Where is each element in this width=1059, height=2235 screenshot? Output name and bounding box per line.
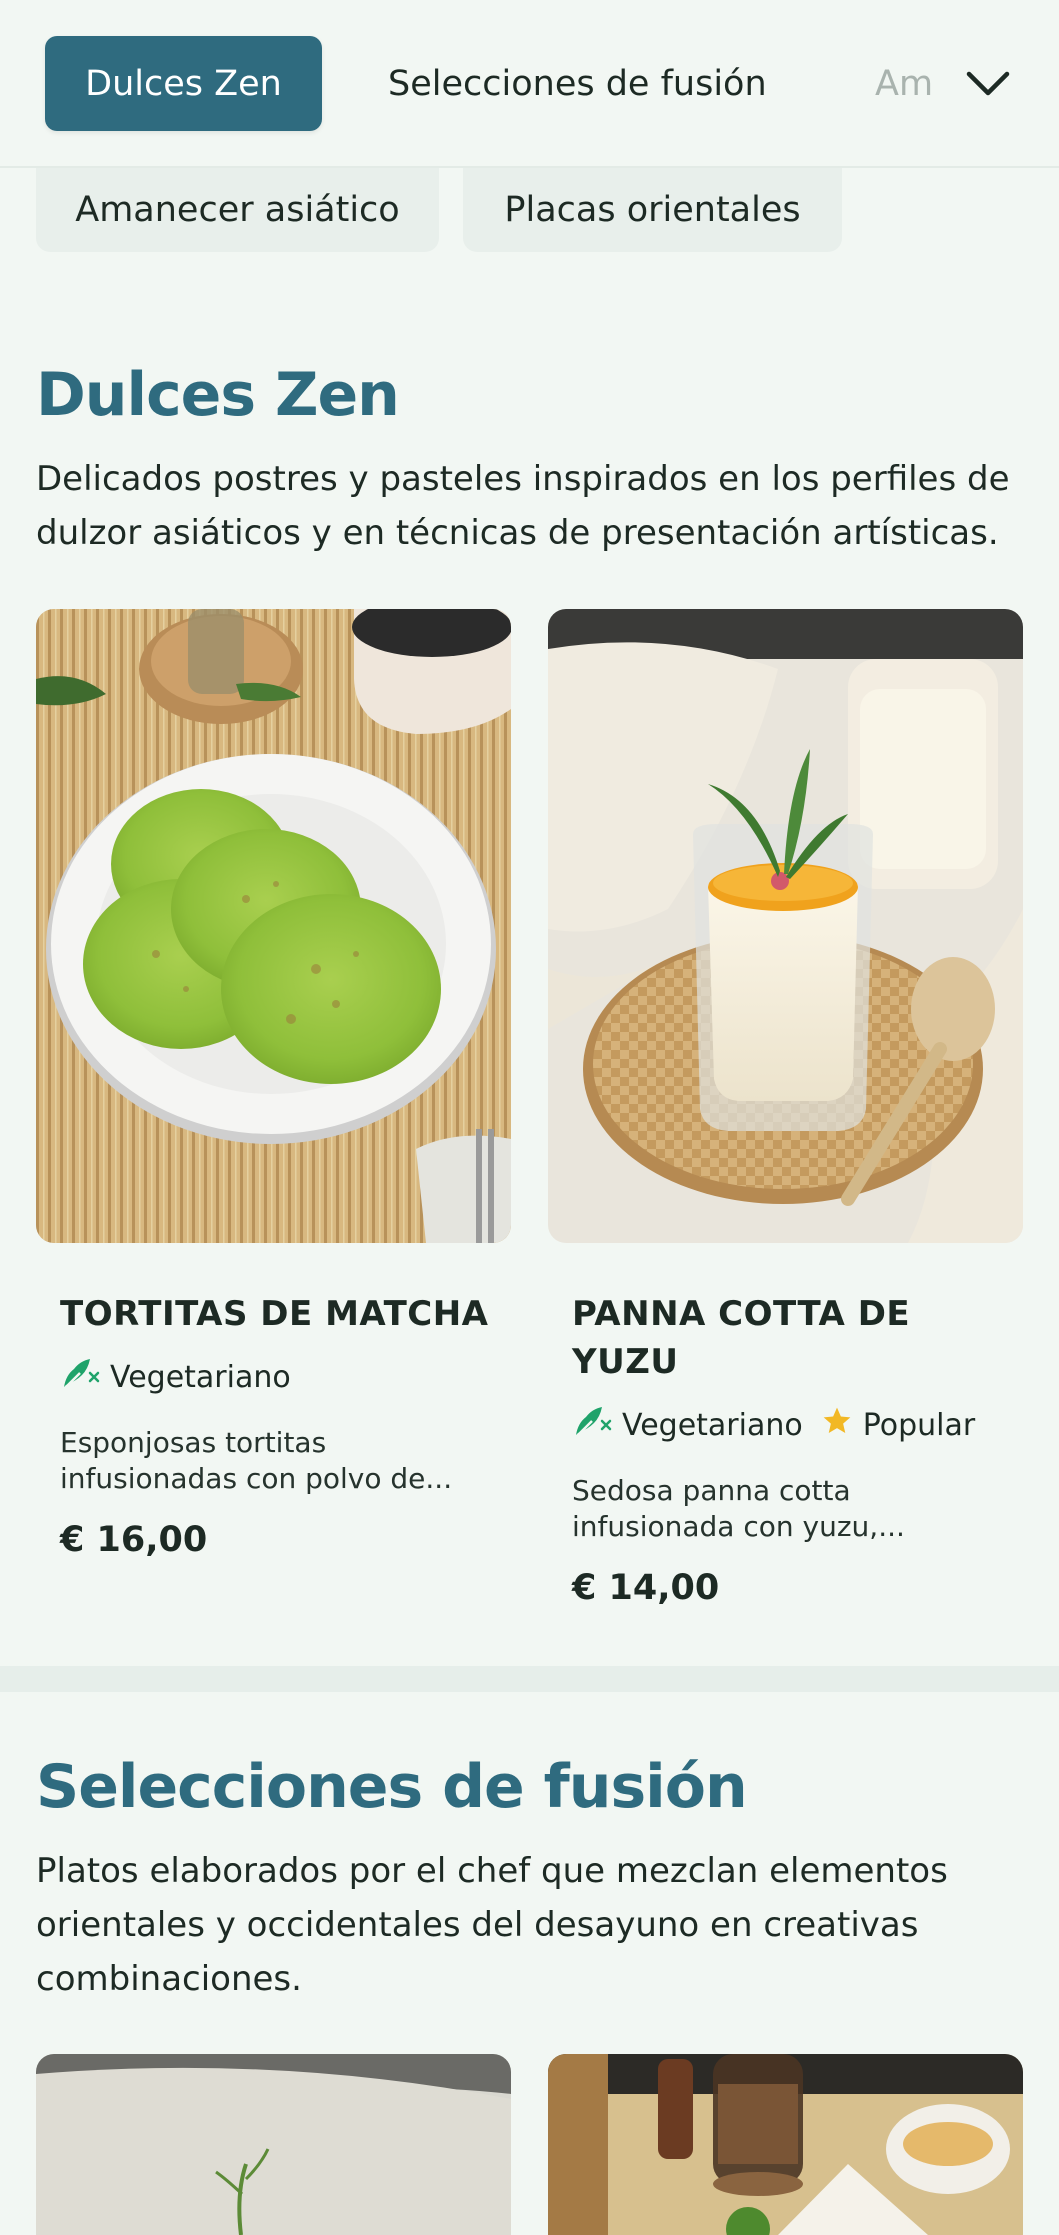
product-tags: Vegetariano Popular (572, 1403, 983, 1447)
tag-popular: Popular (821, 1405, 976, 1445)
product-name[interactable]: PANNA COTTA DE YUZU (572, 1290, 992, 1386)
category-tab-bar: Dulces Zen Selecciones de fusión Am (0, 0, 1059, 168)
tab-amanecer-asiatico-partial[interactable]: Am (875, 36, 935, 131)
product-image-panna-cotta-de-yuzu[interactable] (548, 609, 1023, 1243)
section-title-dulces-zen: Dulces Zen (36, 360, 400, 430)
product-image-fusion-2[interactable] (548, 2054, 1023, 2235)
tag-label: Vegetariano (110, 1359, 291, 1395)
tag-label: Vegetariano (622, 1407, 803, 1443)
section-divider (0, 1666, 1059, 1692)
vegetarian-icon (572, 1403, 612, 1447)
vegetarian-icon (60, 1355, 100, 1399)
tab-amanecer-asiatico[interactable]: Amanecer asiático (36, 168, 439, 252)
star-icon (821, 1405, 853, 1445)
product-name[interactable]: TORTITAS DE MATCHA (60, 1290, 489, 1338)
tag-vegetariano: Vegetariano (60, 1355, 291, 1399)
product-image-fusion-1[interactable] (36, 2054, 511, 2235)
tab-dulces-zen[interactable]: Dulces Zen (45, 36, 322, 131)
tab-placas-orientales[interactable]: Placas orientales (463, 168, 842, 252)
product-image-tortitas-de-matcha[interactable] (36, 609, 511, 1243)
tag-label: Popular (862, 1407, 976, 1443)
product-price: € 14,00 (572, 1568, 720, 1608)
product-tags: Vegetariano (60, 1355, 299, 1399)
section-title-selecciones-de-fusion: Selecciones de fusión (36, 1752, 748, 1822)
tab-selecciones-de-fusion[interactable]: Selecciones de fusión (388, 36, 767, 131)
chevron-down-icon[interactable] (962, 58, 1014, 110)
tag-vegetariano: Vegetariano (572, 1403, 803, 1447)
section-description-selecciones-de-fusion: Platos elaborados por el chef que mezcla… (36, 1851, 948, 1999)
section-description-dulces-zen: Delicados postres y pasteles inspirados … (36, 459, 1010, 553)
product-price: € 16,00 (60, 1520, 208, 1560)
product-description: Sedosa panna cotta infusionada con yuzu,… (572, 1474, 905, 1543)
product-description: Esponjosas tortitas infusionadas con pol… (60, 1426, 453, 1495)
